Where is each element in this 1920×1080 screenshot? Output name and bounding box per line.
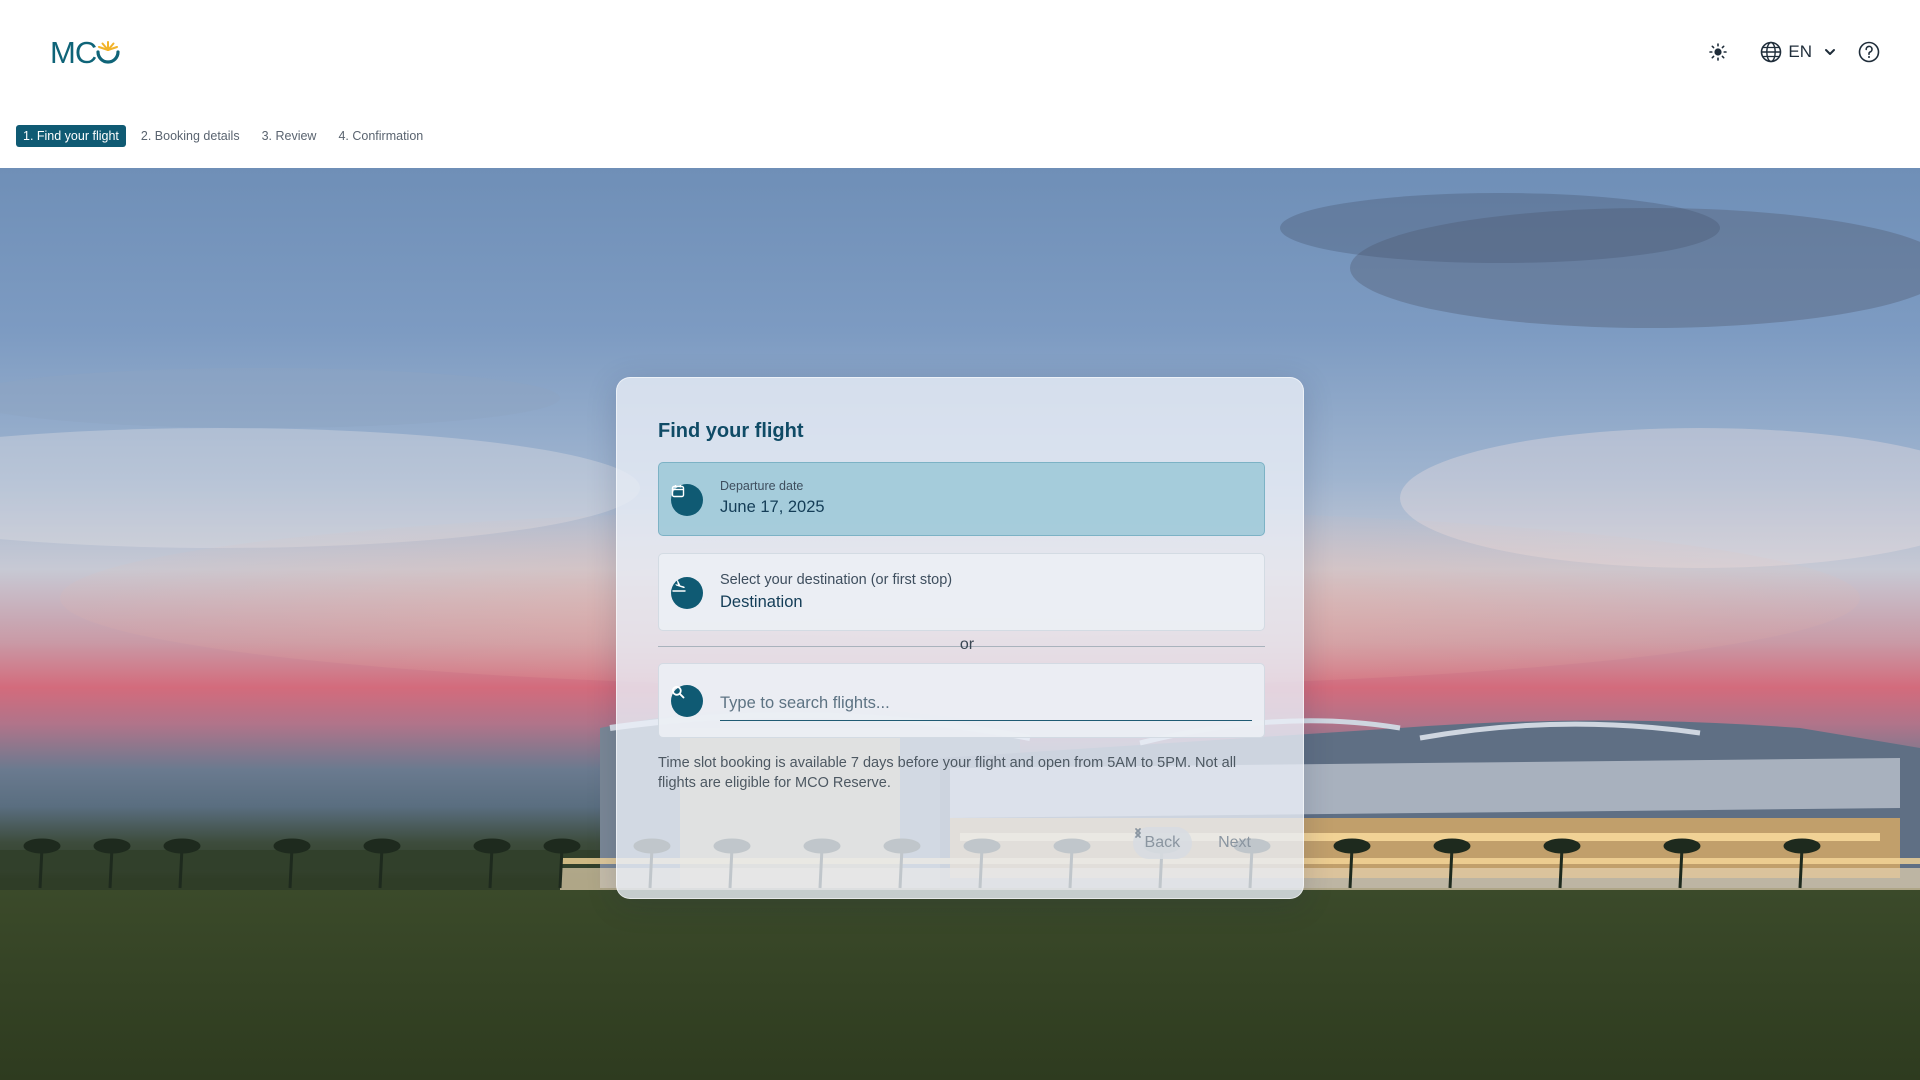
- plane-landing-icon-wrap: [671, 577, 703, 609]
- chevron-down-icon: [1825, 49, 1835, 55]
- sun-icon: [1709, 43, 1728, 61]
- flight-search-field[interactable]: [658, 663, 1265, 738]
- booking-info-text: Time slot booking is available 7 days be…: [658, 755, 1237, 791]
- departure-date-label: Departure date: [720, 479, 804, 493]
- language-selector[interactable]: EN: [1760, 36, 1836, 68]
- search-icon-wrap: [671, 685, 703, 717]
- calendar-icon-wrap: [671, 484, 703, 516]
- destination-label: Select your destination (or first stop): [720, 572, 953, 588]
- card-title: Find your flight: [658, 420, 804, 442]
- step-review[interactable]: 3. Review: [255, 125, 324, 147]
- plane-landing-icon: [672, 580, 686, 592]
- header-tools: EN: [1702, 36, 1884, 68]
- logo-sun-icon: [96, 41, 120, 64]
- departure-date-field[interactable]: Departure date June 17, 2025: [658, 462, 1265, 536]
- chevron-right-icon: [1134, 828, 1141, 838]
- card-navigation: Back Next: [1132, 827, 1263, 859]
- step-find-your-flight[interactable]: 1. Find your flight: [16, 125, 126, 147]
- back-label: Back: [1144, 834, 1181, 851]
- step-confirmation[interactable]: 4. Confirmation: [331, 125, 430, 147]
- find-flight-card: Find your flight Departure date June 17,…: [616, 377, 1304, 899]
- logo-text: MC: [50, 35, 97, 70]
- or-label: or: [959, 636, 975, 653]
- airport-hero-image: Find your flight Departure date June 17,…: [0, 168, 1920, 1080]
- destination-value: Destination: [720, 593, 803, 611]
- theme-toggle-button[interactable]: [1702, 36, 1734, 68]
- booking-stepper: 1. Find your flight 2. Booking details 3…: [16, 125, 430, 147]
- mco-logo[interactable]: MC: [50, 35, 150, 70]
- site-header: MC EN 1. Find your flight 2. Booking det…: [0, 0, 1920, 168]
- language-label: EN: [1788, 42, 1812, 61]
- next-button[interactable]: Next: [1134, 827, 1263, 859]
- globe-icon: [1761, 41, 1782, 63]
- next-label: Next: [1218, 834, 1251, 851]
- departure-date-value: June 17, 2025: [720, 498, 825, 516]
- step-booking-details[interactable]: 2. Booking details: [134, 125, 247, 147]
- search-icon: [671, 685, 685, 699]
- flight-search-input[interactable]: [720, 687, 1252, 721]
- destination-field[interactable]: Select your destination (or first stop) …: [658, 553, 1265, 631]
- help-circle-icon: [1858, 41, 1880, 63]
- calendar-icon: [671, 485, 685, 498]
- help-button[interactable]: [1854, 36, 1884, 68]
